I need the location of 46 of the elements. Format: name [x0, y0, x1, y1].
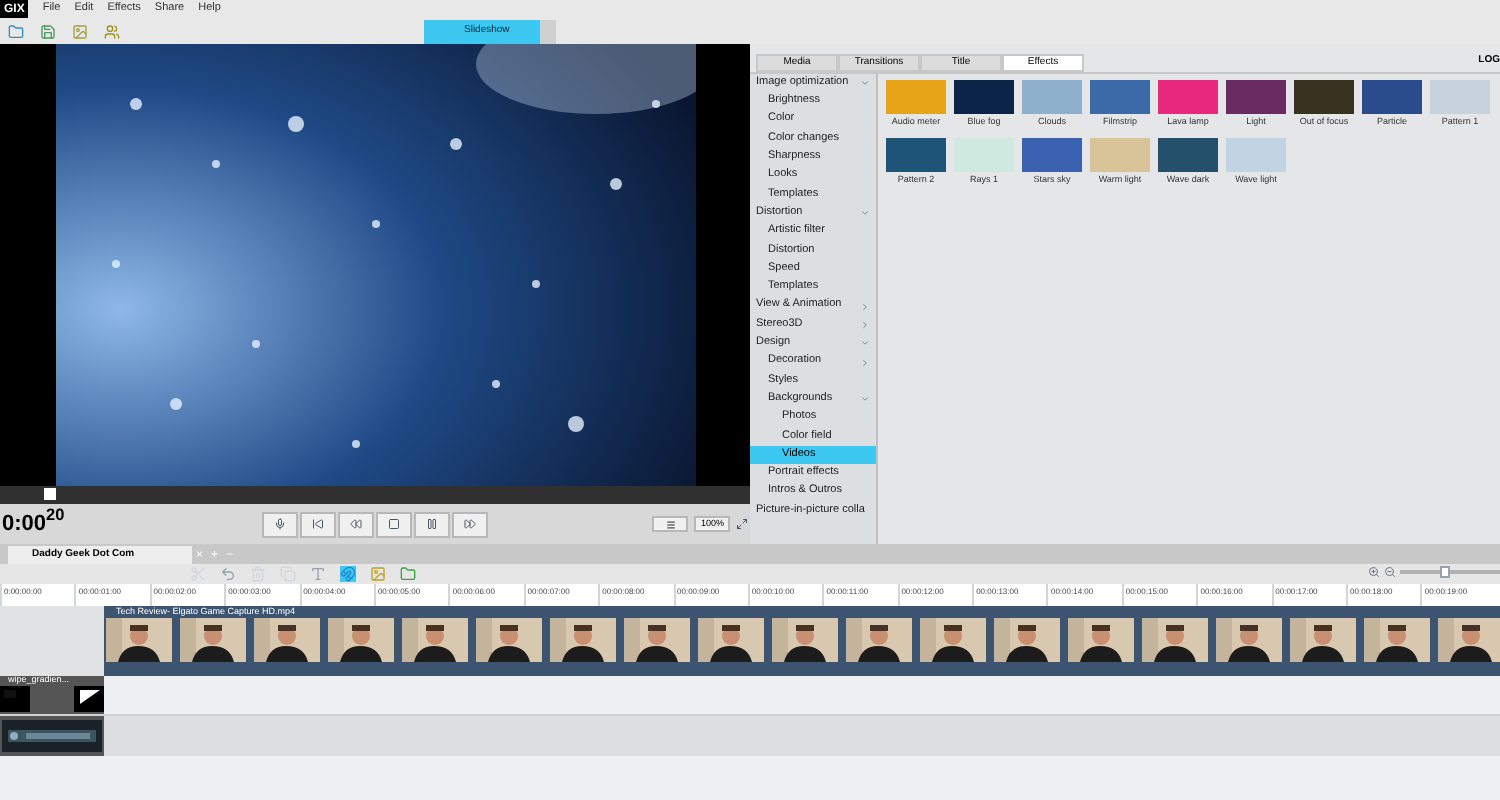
effect-thumbnail[interactable]	[1022, 137, 1082, 171]
text-icon[interactable]	[310, 566, 326, 582]
skip-back-icon	[312, 518, 324, 530]
effect-thumbnail[interactable]	[1430, 80, 1490, 114]
effect-thumbnail[interactable]	[886, 80, 946, 114]
effect-thumbnail[interactable]	[1090, 80, 1150, 114]
zoom-in-icon[interactable]	[1368, 566, 1380, 578]
folder-icon[interactable]	[400, 566, 416, 582]
skip-back-button[interactable]	[300, 511, 336, 537]
fast-forward-icon	[464, 518, 476, 530]
image-icon[interactable]	[370, 566, 386, 582]
copy-icon[interactable]	[280, 566, 296, 582]
undo-icon[interactable]	[220, 566, 236, 582]
view-dropdown[interactable]	[652, 516, 689, 532]
users-icon[interactable]	[104, 23, 120, 39]
effect-thumbnail[interactable]	[1226, 137, 1286, 171]
timecode: 0:00$^{20}$	[2, 513, 67, 535]
scissors-icon[interactable]	[190, 566, 206, 582]
microphone-button[interactable]	[262, 511, 298, 537]
microphone-icon	[274, 518, 286, 530]
image-icon[interactable]	[72, 23, 88, 39]
scrubber-track[interactable]	[0, 486, 750, 504]
effect-thumbnail[interactable]	[1022, 80, 1082, 114]
effect-thumbnail[interactable]	[954, 80, 1014, 114]
mode-button[interactable]	[540, 19, 556, 43]
magnet-icon[interactable]	[340, 566, 356, 582]
stop-icon	[388, 518, 400, 530]
zoom-thumb[interactable]	[1440, 566, 1451, 578]
effect-thumbnail[interactable]	[1158, 137, 1218, 171]
zoom-out-icon[interactable]	[1384, 566, 1396, 578]
pause-icon	[426, 518, 438, 530]
trash-icon[interactable]	[250, 566, 266, 582]
save-icon[interactable]	[40, 23, 56, 39]
list-icon	[665, 519, 676, 529]
effect-thumbnail[interactable]	[1294, 80, 1354, 114]
folder-icon[interactable]	[8, 23, 24, 39]
pause-button[interactable]	[414, 511, 450, 537]
effect-thumbnail[interactable]	[1226, 80, 1286, 114]
logo-clip[interactable]	[0, 716, 104, 756]
scrubber-handle[interactable]	[44, 488, 57, 500]
effect-thumbnail[interactable]	[1362, 80, 1422, 114]
effect-thumbnail[interactable]	[886, 137, 946, 171]
effect-thumbnail[interactable]	[1090, 137, 1150, 171]
stop-button[interactable]	[376, 511, 412, 537]
rewind-icon	[350, 518, 362, 530]
effect-thumbnail[interactable]	[1158, 80, 1218, 114]
